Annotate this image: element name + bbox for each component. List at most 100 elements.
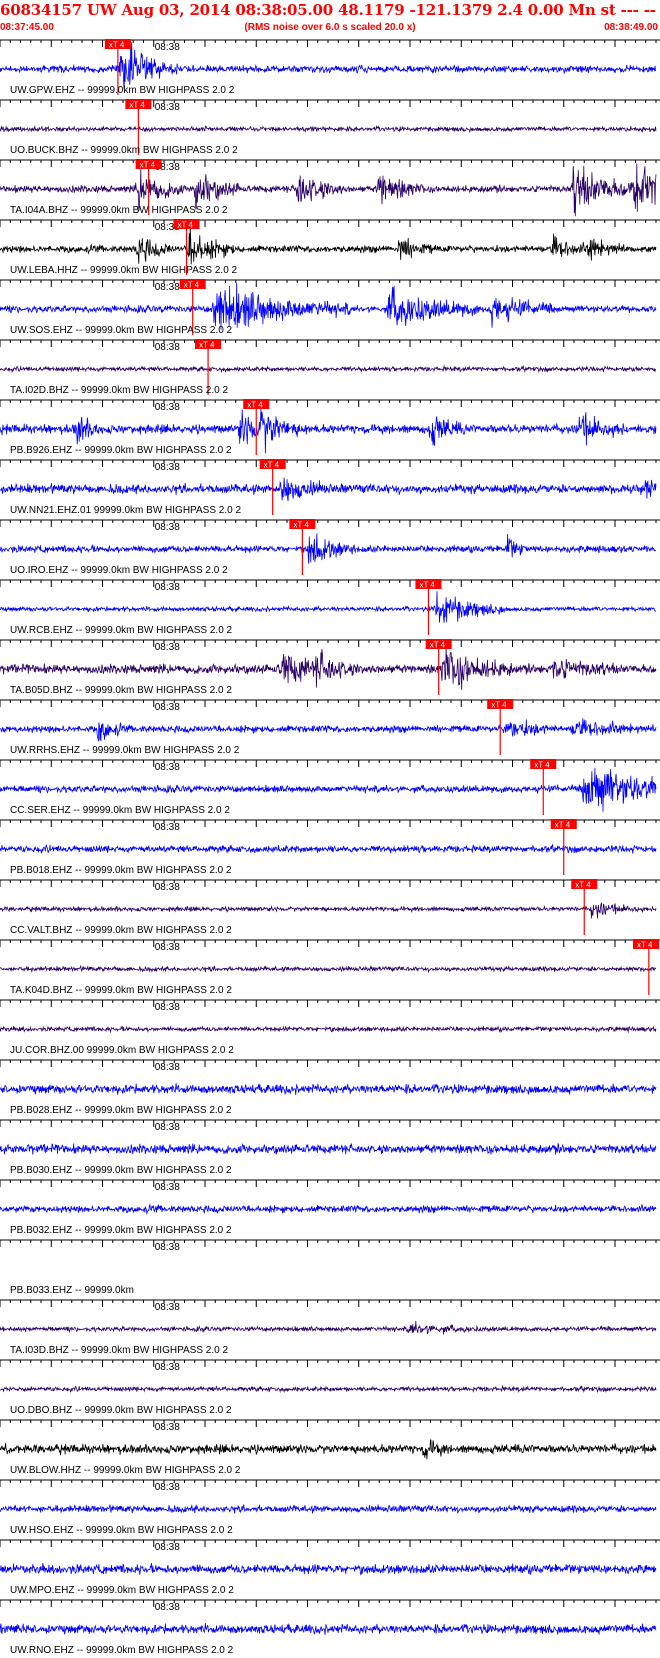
minute-label: 08:38 bbox=[155, 402, 180, 413]
minute-label: 08:38 bbox=[155, 1062, 180, 1073]
station-label: PB.B032.EHZ -- 99999.0km BW HIGHPASS 2.0… bbox=[10, 1225, 232, 1236]
pick-label: xT 4 bbox=[140, 161, 156, 170]
minute-label: 08:38 bbox=[155, 342, 180, 353]
trace-row: 08:38 xT 4 UO.IRO.EHZ -- 99999.0km BW HIGH… bbox=[0, 519, 660, 576]
waveform bbox=[0, 226, 657, 265]
trace-row: 08:38 PB.B032.EHZ -- 99999.0km BW HIGHPAS… bbox=[0, 1179, 660, 1236]
station-label: UO.DBO.BHZ -- 99999.0km BW HIGHPASS 2.0 … bbox=[10, 1405, 232, 1416]
minute-label: 08:38 bbox=[155, 1482, 180, 1493]
trace-row: 08:38 PB.B028.EHZ -- 99999.0km BW HIGHPAS… bbox=[0, 1059, 660, 1116]
minute-label: 08:38 bbox=[155, 1002, 180, 1013]
station-label: TA.K04D.BHZ -- 99999.0km BW HIGHPASS 2.0… bbox=[10, 985, 232, 996]
station-label: UW.HSO.EHZ -- 99999.0km BW HIGHPASS 2.0 … bbox=[10, 1525, 233, 1536]
minute-label: 08:38 bbox=[155, 942, 180, 953]
station-label: PB.B030.EHZ -- 99999.0km BW HIGHPASS 2.0… bbox=[10, 1165, 232, 1176]
trace-row: 08:38 xT 4 UW.RCB.EHZ -- 99999.0km BW HIGH… bbox=[0, 579, 660, 636]
minute-label: 08:38 bbox=[155, 1422, 180, 1433]
trace-row: 08:38 xT 4 UW.NN21.EHZ.01 99999.0km BW HIG… bbox=[0, 459, 660, 516]
minute-label: 08:38 bbox=[155, 1362, 180, 1373]
station-label: UW.RRHS.EHZ -- 99999.0km BW HIGHPASS 2.0… bbox=[10, 745, 240, 756]
pick-label: xT 4 bbox=[534, 761, 550, 770]
trace-row: 08:38 PB.B030.EHZ -- 99999.0km BW HIGHPAS… bbox=[0, 1119, 660, 1176]
minute-label: 08:38 bbox=[155, 1182, 180, 1193]
trace-row: 08:38 UW.HSO.EHZ -- 99999.0km BW HIGHPASS… bbox=[0, 1479, 660, 1536]
minute-label: 08:38 bbox=[155, 642, 180, 653]
minute-label: 08:38 bbox=[155, 1542, 180, 1553]
trace-row: 08:38 xT 4 TA.I02D.BHZ -- 99999.0km BW HIG… bbox=[0, 339, 660, 396]
pick-label: xT 4 bbox=[178, 221, 194, 230]
station-label: CC.SER.EHZ -- 99999.0km BW HIGHPASS 2.0 … bbox=[10, 805, 230, 816]
station-label: UW.MPO.EHZ -- 99999.0km BW HIGHPASS 2.0 … bbox=[10, 1585, 234, 1596]
trace-row: 08:38 xT 4 TA.B05D.BHZ -- 99999.0km BW HIG… bbox=[0, 639, 660, 696]
pick-label: xT 4 bbox=[199, 341, 215, 350]
event-title: 60834157 UW Aug 03, 2014 08:38:05.00 48.… bbox=[0, 1, 660, 19]
trace-row: 08:38 UO.DBO.BHZ -- 99999.0km BW HIGHPASS… bbox=[0, 1359, 660, 1416]
station-label: UW.RCB.EHZ -- 99999.0km BW HIGHPASS 2.0 … bbox=[10, 625, 233, 636]
pick-label: xT 4 bbox=[637, 941, 653, 950]
trace-row: 08:38 xT 4 PB.B926.EHZ -- 99999.0km BW HIG… bbox=[0, 399, 660, 456]
trace-row: 08:38 xT 4 UW.RRHS.EHZ -- 99999.0km BW HIG… bbox=[0, 699, 660, 756]
waveform bbox=[0, 1504, 657, 1514]
trace-row: 08:38 xT 4 PB.B018.EHZ -- 99999.0km BW HIG… bbox=[0, 819, 660, 876]
waveform bbox=[0, 42, 657, 90]
minute-label: 08:38 bbox=[155, 282, 180, 293]
waveform bbox=[0, 718, 657, 742]
minute-label: 08:38 bbox=[155, 1122, 180, 1133]
station-label: PB.B018.EHZ -- 99999.0km BW HIGHPASS 2.0… bbox=[10, 865, 232, 876]
end-time-label: 08:38:49.00 bbox=[604, 22, 658, 33]
pick-label: xT 4 bbox=[555, 821, 571, 830]
pick-label: xT 4 bbox=[293, 521, 309, 530]
waveform bbox=[0, 1142, 657, 1155]
station-label: UW.GPW.EHZ -- 99999.0km BW HIGHPASS 2.0 … bbox=[10, 85, 235, 96]
rms-note: (RMS noise over 6.0 s scaled 20.0 x) bbox=[244, 22, 416, 33]
minute-label: 08:38 bbox=[155, 462, 180, 473]
station-label: UW.RNO.EHZ -- 99999.0km BW HIGHPASS 2.0 … bbox=[10, 1645, 234, 1656]
record-header: 60834157 UW Aug 03, 2014 08:38:05.00 48.… bbox=[0, 0, 660, 38]
waveform bbox=[0, 1623, 657, 1636]
minute-label: 08:38 bbox=[155, 1242, 180, 1253]
minute-label: 08:38 bbox=[155, 882, 180, 893]
waveform bbox=[0, 1025, 657, 1034]
minute-label: 08:38 bbox=[155, 102, 180, 113]
trace-row: 08:38 xT 4 TA.K04D.BHZ -- 99999.0km BW HIG… bbox=[0, 939, 660, 996]
pick-label: xT 4 bbox=[575, 881, 591, 890]
minute-label: 08:38 bbox=[155, 1302, 180, 1313]
waveform bbox=[0, 1320, 657, 1335]
trace-row: 08:38 TA.I03D.BHZ -- 99999.0km BW HIGHPAS… bbox=[0, 1299, 660, 1356]
waveform bbox=[0, 364, 657, 374]
seismogram-panel: 08:38 xT 4 UW.GPW.EHZ -- 99999.0km BW HIGH… bbox=[0, 39, 660, 1656]
minute-label: 08:38 bbox=[155, 42, 180, 53]
pick-label: xT 4 bbox=[264, 461, 280, 470]
station-label: TA.I03D.BHZ -- 99999.0km BW HIGHPASS 2.0… bbox=[10, 1345, 228, 1356]
station-label: PB.B926.EHZ -- 99999.0km BW HIGHPASS 2.0… bbox=[10, 445, 232, 456]
trace-row: 08:38 PB.B033.EHZ -- 99999.0km bbox=[0, 1239, 660, 1296]
station-label: UW.BLOW.HHZ -- 99999.0km BW HIGHPASS 2.0… bbox=[10, 1465, 241, 1476]
trace-row: 08:38 xT 4 CC.VALT.BHZ -- 99999.0km BW HIG… bbox=[0, 879, 660, 936]
minute-label: 08:38 bbox=[155, 1602, 180, 1613]
trace-row: 08:38 xT 4 UW.SOS.EHZ -- 99999.0km BW HIGH… bbox=[0, 279, 660, 336]
waveform bbox=[0, 533, 657, 564]
waveform bbox=[0, 1562, 657, 1576]
station-label: TA.I04A.BHZ -- 99999.0km BW HIGHPASS 2.0… bbox=[10, 205, 228, 216]
station-label: UW.LEBA.HHZ -- 99999.0km BW HIGHPASS 2.0… bbox=[10, 265, 238, 276]
trace-row: 08:38 JU.COR.BHZ.00 99999.0km BW HIGHPASS… bbox=[0, 999, 660, 1056]
station-label: UO.IRO.EHZ -- 99999.0km BW HIGHPASS 2.0 … bbox=[10, 565, 228, 576]
waveform bbox=[0, 964, 657, 974]
waveform bbox=[0, 477, 657, 501]
waveform bbox=[0, 1439, 657, 1460]
minute-label: 08:38 bbox=[155, 582, 180, 593]
station-label: UO.BUCK.BHZ -- 99999.0km BW HIGHPASS 2.0… bbox=[10, 145, 238, 156]
trace-row: 08:38 xT 4 CC.SER.EHZ -- 99999.0km BW HIGH… bbox=[0, 759, 660, 816]
trace-row: 08:38xT 4UW.LEBA.HHZ -- 99999.0km BW HIG… bbox=[0, 219, 660, 276]
waveform bbox=[0, 646, 657, 690]
waveform bbox=[0, 843, 657, 854]
waveform bbox=[0, 1384, 657, 1394]
trace-row: 08:38 xT 4 UO.BUCK.BHZ -- 99999.0km BW HIG… bbox=[0, 99, 660, 156]
station-label: CC.VALT.BHZ -- 99999.0km BW HIGHPASS 2.0… bbox=[10, 925, 232, 936]
trace-row: 08:38 UW.MPO.EHZ -- 99999.0km BW HIGHPASS… bbox=[0, 1539, 660, 1596]
pick-label: xT 4 bbox=[247, 401, 263, 410]
pick-label: xT 4 bbox=[491, 701, 507, 710]
minute-label: 08:38 bbox=[155, 522, 180, 533]
minute-label: 08:38 bbox=[155, 702, 180, 713]
station-label: JU.COR.BHZ.00 99999.0km BW HIGHPASS 2.0 … bbox=[10, 1045, 234, 1056]
